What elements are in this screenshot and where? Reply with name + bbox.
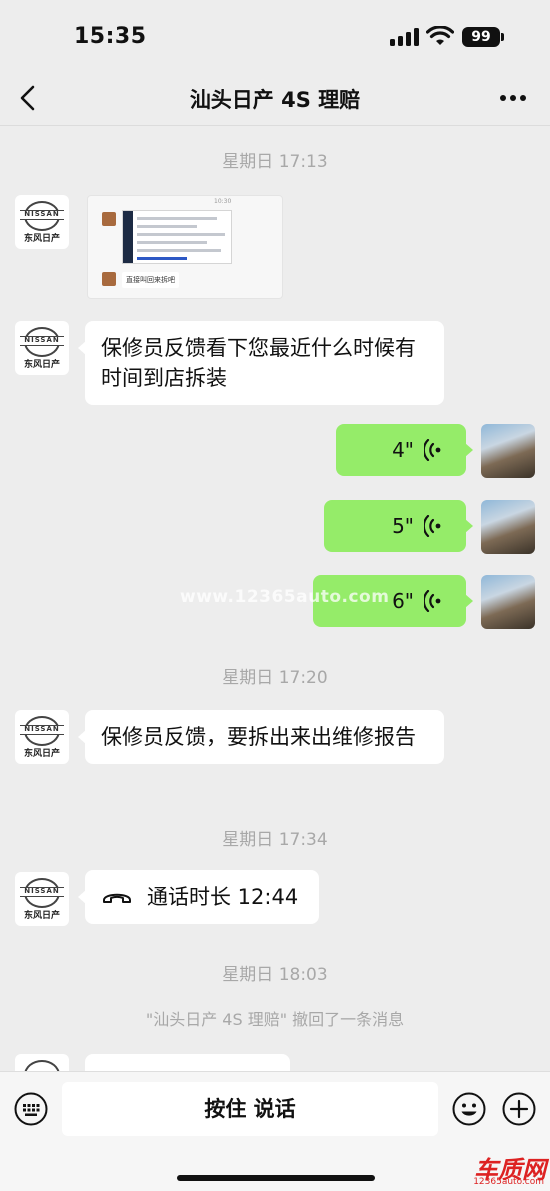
contact-avatar[interactable]: NISSAN 东风日产: [15, 195, 69, 249]
recall-notice: "汕头日产 4S 理赔" 撤回了一条消息: [145, 1010, 405, 1029]
voice-icon: [424, 439, 441, 461]
contact-avatar[interactable]: NISSAN 东风日产: [15, 321, 69, 375]
more-icon[interactable]: [496, 85, 530, 111]
keyboard-icon[interactable]: [14, 1092, 48, 1126]
timestamp: 星期日 17:20: [222, 668, 328, 688]
my-avatar[interactable]: [481, 424, 535, 478]
screenshot-avatar: [102, 272, 116, 286]
chat-title: 汕头日产 4S 理赔: [189, 88, 361, 112]
emoji-icon[interactable]: [452, 1092, 486, 1126]
screenshot-time: 10:30: [214, 198, 232, 205]
call-record-message[interactable]: 通话时长 12:44: [78, 870, 319, 924]
cellular-signal-icon: [390, 28, 420, 46]
phone-icon: [103, 893, 131, 903]
watermark: www.12365auto.com: [180, 587, 390, 607]
voice-duration: 6": [392, 589, 414, 613]
timestamp: 星期日 17:13: [222, 152, 328, 172]
battery-icon: 99: [462, 27, 504, 47]
hold-to-talk-button[interactable]: 按住 说话: [62, 1082, 438, 1136]
screenshot-window: [122, 210, 232, 264]
text-message[interactable]: 保修员反馈，要拆出来出维修报告: [78, 710, 444, 764]
site-logo: 车质网 12365auto.com: [473, 1156, 546, 1187]
voice-icon: [424, 515, 441, 537]
contact-avatar[interactable]: NISSAN 东风日产: [15, 872, 69, 926]
voice-message[interactable]: 4": [336, 424, 473, 476]
voice-duration: 5": [392, 514, 414, 538]
my-avatar[interactable]: [481, 575, 535, 629]
timestamp: 星期日 17:34: [222, 830, 328, 850]
contact-avatar[interactable]: NISSAN 东风日产: [15, 710, 69, 764]
voice-message[interactable]: 5": [324, 500, 473, 552]
status-bar: 15:35 99: [0, 0, 550, 70]
wifi-icon: [426, 26, 454, 45]
screenshot-caption: 直接叫回来拆吧: [122, 272, 179, 288]
text-message[interactable]: [85, 1054, 290, 1071]
call-duration: 通话时长 12:44: [147, 885, 299, 909]
contact-avatar[interactable]: [15, 1054, 69, 1071]
plus-icon[interactable]: [502, 1092, 536, 1126]
voice-icon: [424, 590, 441, 612]
my-avatar[interactable]: [481, 500, 535, 554]
home-indicator: [177, 1175, 375, 1181]
image-message[interactable]: 10:30 直接叫回来拆吧: [87, 195, 283, 299]
screenshot-avatar: [102, 212, 116, 226]
chat-header: 汕头日产 4S 理赔: [0, 70, 550, 126]
status-time: 15:35: [74, 24, 147, 49]
voice-duration: 4": [392, 438, 414, 462]
timestamp: 星期日 18:03: [222, 965, 328, 985]
text-message[interactable]: 保修员反馈看下您最近什么时候有时间到店拆装: [78, 321, 444, 405]
